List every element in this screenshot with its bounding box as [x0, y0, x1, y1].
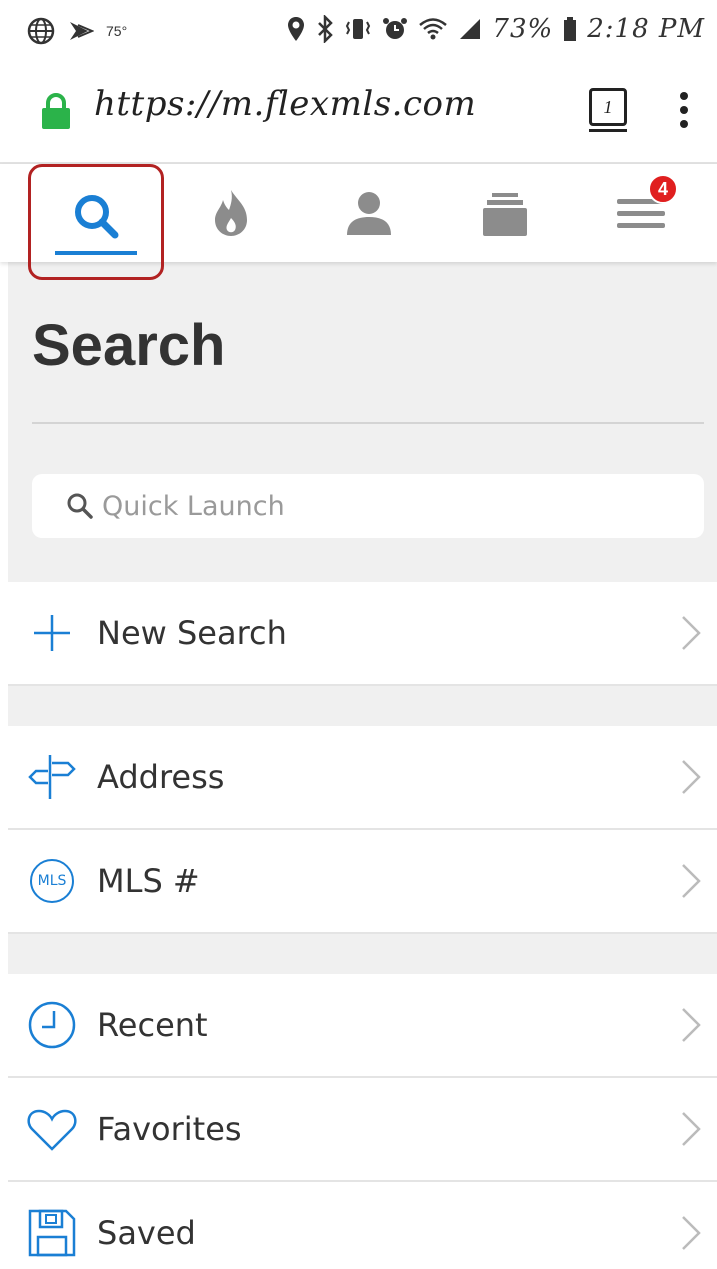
bluetooth-icon	[318, 15, 334, 43]
list-item-favorites[interactable]: Favorites	[8, 1078, 717, 1182]
vibrate-icon	[346, 19, 371, 39]
signal-icon	[460, 19, 481, 39]
list-item-recent[interactable]: Recent	[8, 974, 717, 1078]
search-icon	[75, 195, 119, 239]
list-item-label: Favorites	[97, 1110, 242, 1148]
chevron-right-icon	[682, 1216, 701, 1250]
plus-icon	[34, 615, 70, 651]
list-item-mls-number[interactable]: MLS MLS #	[8, 830, 717, 934]
battery-percent: 73%	[492, 14, 554, 44]
signpost-icon	[28, 755, 76, 799]
list-item-new-search[interactable]: New Search	[8, 582, 717, 686]
section-gap	[8, 686, 717, 726]
floppy-disk-icon	[28, 1209, 76, 1257]
overflow-menu-icon[interactable]	[678, 92, 690, 132]
notification-badge: 4	[648, 174, 678, 204]
list-item-label: Address	[97, 758, 225, 796]
mls-icon: MLS	[26, 855, 78, 907]
nav-tab-collections[interactable]	[470, 164, 540, 262]
quick-launch-input[interactable]	[102, 490, 662, 522]
globe-icon	[27, 17, 55, 45]
search-options-list: New Search Address MLS MLS # Recent Favo…	[8, 582, 717, 1269]
sprint-logo-icon	[70, 22, 94, 40]
list-item-address[interactable]: Address	[8, 726, 717, 830]
status-bar: 75° 73% 2:18 PM	[0, 0, 717, 62]
list-item-label: MLS #	[97, 862, 200, 900]
stack-icon	[483, 193, 527, 236]
divider	[32, 422, 704, 424]
person-icon	[347, 192, 391, 235]
chevron-right-icon	[682, 616, 701, 650]
location-icon	[288, 17, 305, 41]
list-item-label: Saved	[97, 1214, 196, 1252]
flame-icon	[215, 190, 247, 236]
nav-tab-contacts[interactable]	[334, 164, 404, 262]
lock-icon	[42, 93, 70, 129]
nav-tab-search[interactable]	[28, 164, 164, 280]
browser-url-bar[interactable]: https://m.flexmls.com 1	[0, 62, 717, 164]
page-title: Search	[32, 313, 226, 378]
active-tab-indicator	[55, 251, 137, 255]
nav-tab-hot[interactable]	[196, 164, 266, 262]
section-gap	[8, 934, 717, 974]
temperature: 75°	[106, 23, 128, 39]
chevron-right-icon	[682, 1008, 701, 1042]
wifi-icon	[419, 18, 448, 40]
url-text[interactable]: https://m.flexmls.com	[94, 84, 476, 124]
search-header: Search	[8, 262, 717, 582]
chevron-right-icon	[682, 760, 701, 794]
battery-icon	[564, 17, 577, 41]
clock-icon	[28, 1001, 76, 1049]
clock: 2:18 PM	[587, 14, 705, 44]
list-item-label: Recent	[97, 1006, 208, 1044]
chevron-right-icon	[682, 1112, 701, 1146]
tab-count: 1	[603, 96, 613, 117]
list-item-label: New Search	[97, 614, 287, 652]
search-icon	[67, 493, 93, 519]
chevron-right-icon	[682, 864, 701, 898]
quick-launch-field[interactable]	[32, 474, 704, 538]
list-item-saved[interactable]: Saved	[8, 1182, 717, 1269]
mls-icon-label: MLS	[30, 859, 74, 903]
alarm-icon	[383, 18, 408, 39]
heart-icon	[27, 1109, 77, 1151]
tab-switcher-button[interactable]: 1	[589, 88, 627, 132]
app-nav-bar: 4	[0, 164, 717, 280]
